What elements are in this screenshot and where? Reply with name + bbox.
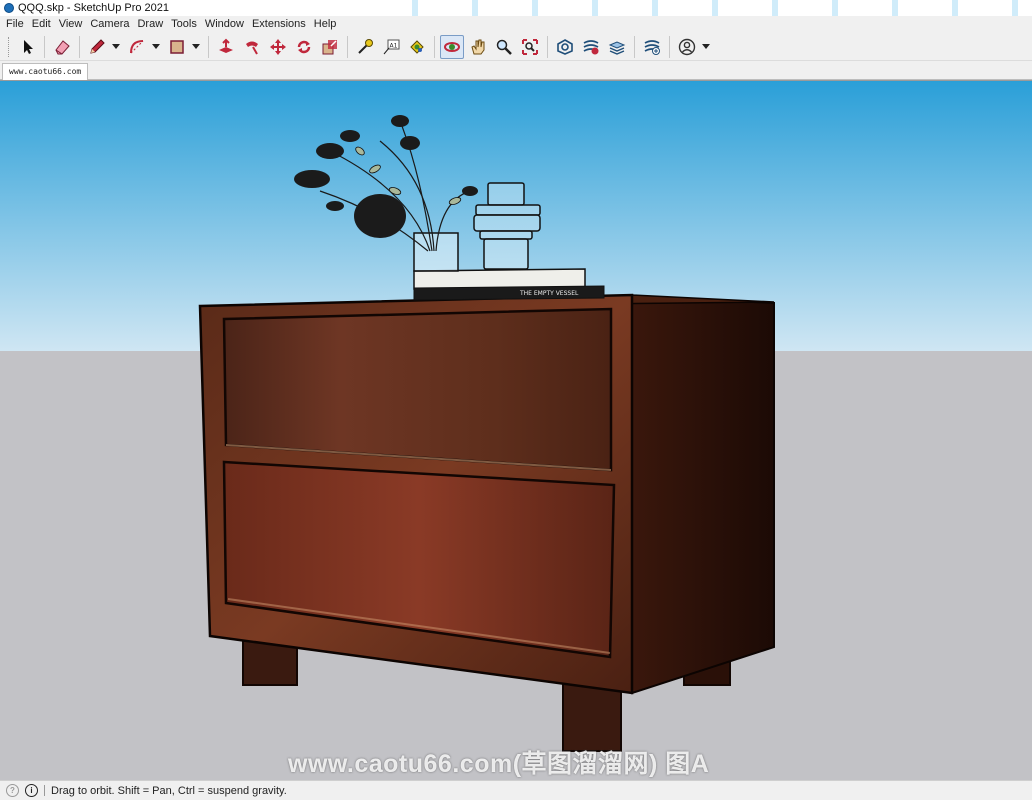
- scene-render: THE EMPTY VESSEL: [0, 81, 1032, 780]
- toolbar-separator: [634, 35, 635, 58]
- status-bar: ? i Drag to orbit. Shift = Pan, Ctrl = s…: [0, 780, 1032, 800]
- toolbar-separator: [434, 35, 435, 58]
- push-pull-icon: [219, 38, 233, 53]
- glass-vase: [413, 232, 459, 272]
- svg-text:A1: A1: [390, 42, 398, 49]
- shape-tool-dropdown[interactable]: [191, 35, 201, 59]
- toolbar-separator: [347, 35, 348, 58]
- menu-extensions[interactable]: Extensions: [248, 16, 310, 33]
- menu-tools[interactable]: Tools: [167, 16, 201, 33]
- chevron-down-icon: [152, 43, 160, 49]
- toolbar-separator: [547, 35, 548, 58]
- scale-tool-button[interactable]: [318, 35, 342, 59]
- title-bar: QQQ.skp - SketchUp Pro 2021: [0, 0, 1032, 16]
- sketchup-logo-icon: [4, 3, 14, 13]
- orbit-tool-button[interactable]: [440, 34, 464, 59]
- shape-tool-button[interactable]: [165, 35, 189, 59]
- scene-tab[interactable]: www.caotu66.com: [2, 63, 89, 80]
- magnifier-icon: [496, 39, 512, 55]
- menu-view[interactable]: View: [55, 16, 87, 33]
- pencil-icon: [90, 38, 105, 54]
- menu-window[interactable]: Window: [201, 16, 248, 33]
- line-tool-button[interactable]: [85, 35, 109, 59]
- eraser-tool-button[interactable]: [50, 35, 74, 59]
- 3d-warehouse-button[interactable]: [553, 35, 577, 59]
- eraser-icon: [55, 39, 70, 54]
- account-dropdown[interactable]: [701, 35, 711, 59]
- paint-bucket-tool-button[interactable]: [405, 35, 429, 59]
- line-tool-dropdown[interactable]: [111, 35, 121, 59]
- hand-icon: [471, 39, 485, 54]
- tape-measure-tool-button[interactable]: [353, 35, 377, 59]
- toolbar-separator: [44, 35, 45, 58]
- follow-me-icon: [246, 41, 258, 54]
- menu-file[interactable]: File: [2, 16, 28, 33]
- zoom-tool-button[interactable]: [492, 35, 516, 59]
- status-separator: [44, 785, 45, 796]
- extension-warehouse-icon: [583, 39, 599, 54]
- geolocation-icon[interactable]: ?: [6, 784, 19, 797]
- menu-camera[interactable]: Camera: [86, 16, 133, 33]
- move-arrows-icon: [270, 38, 286, 55]
- model-viewport[interactable]: THE EMPTY VESSEL: [0, 80, 1032, 780]
- menu-edit[interactable]: Edit: [28, 16, 55, 33]
- watermark-text: www.caotu66.com(草图溜溜网) 图A: [288, 750, 710, 778]
- user-account-icon: [678, 38, 696, 55]
- window-title: QQQ.skp - SketchUp Pro 2021: [18, 2, 170, 14]
- layout-button[interactable]: [605, 35, 629, 59]
- nightstand-side-panel: [631, 294, 775, 695]
- move-tool-button[interactable]: [266, 35, 290, 59]
- select-tool-button[interactable]: [15, 35, 39, 59]
- zoom-extents-icon: [522, 38, 538, 55]
- book-spine-title: THE EMPTY VESSEL: [519, 290, 579, 297]
- extension-manager-icon: [644, 39, 660, 55]
- follow-me-tool-button[interactable]: [240, 35, 264, 59]
- rotate-tool-button[interactable]: [292, 35, 316, 59]
- arc-tool-button[interactable]: [125, 35, 149, 59]
- menu-help[interactable]: Help: [310, 16, 341, 33]
- status-message: Drag to orbit. Shift = Pan, Ctrl = suspe…: [51, 784, 287, 797]
- push-pull-tool-button[interactable]: [214, 35, 238, 59]
- cursor-arrow-icon: [24, 39, 33, 54]
- upper-drawer: [222, 307, 613, 472]
- rotate-icon: [297, 40, 311, 53]
- toolbar-separator: [79, 35, 80, 58]
- arc-tool-dropdown[interactable]: [151, 35, 161, 59]
- extension-warehouse-button[interactable]: [579, 35, 603, 59]
- paint-bucket-icon: [410, 39, 424, 54]
- scene-tab-bar: www.caotu66.com: [0, 61, 1032, 80]
- arc-icon: [130, 39, 144, 53]
- text-label-icon: A1: [383, 39, 400, 54]
- zoom-extents-tool-button[interactable]: [518, 35, 542, 59]
- tape-measure-icon: [358, 38, 373, 54]
- warehouse-icon: [557, 38, 573, 55]
- toolbar-separator: [669, 35, 670, 58]
- extension-manager-button[interactable]: [640, 35, 664, 59]
- info-icon[interactable]: i: [25, 784, 38, 797]
- pan-tool-button[interactable]: [466, 35, 490, 59]
- rectangle-icon: [170, 39, 184, 54]
- chevron-down-icon: [192, 43, 200, 49]
- chevron-down-icon: [112, 43, 120, 49]
- titlebar-decoration: [392, 0, 1032, 16]
- account-button[interactable]: [675, 35, 699, 59]
- layout-stack-icon: [608, 40, 626, 55]
- menu-draw[interactable]: Draw: [133, 16, 167, 33]
- toolbar-grip[interactable]: [8, 36, 11, 57]
- main-toolbar: A1: [0, 33, 1032, 61]
- text-tool-button[interactable]: A1: [379, 35, 403, 59]
- menu-bar: File Edit View Camera Draw Tools Window …: [0, 16, 1032, 33]
- toolbar-separator: [208, 35, 209, 58]
- orbit-icon: [444, 41, 460, 52]
- scale-icon: [322, 39, 337, 54]
- chevron-down-icon: [702, 43, 710, 49]
